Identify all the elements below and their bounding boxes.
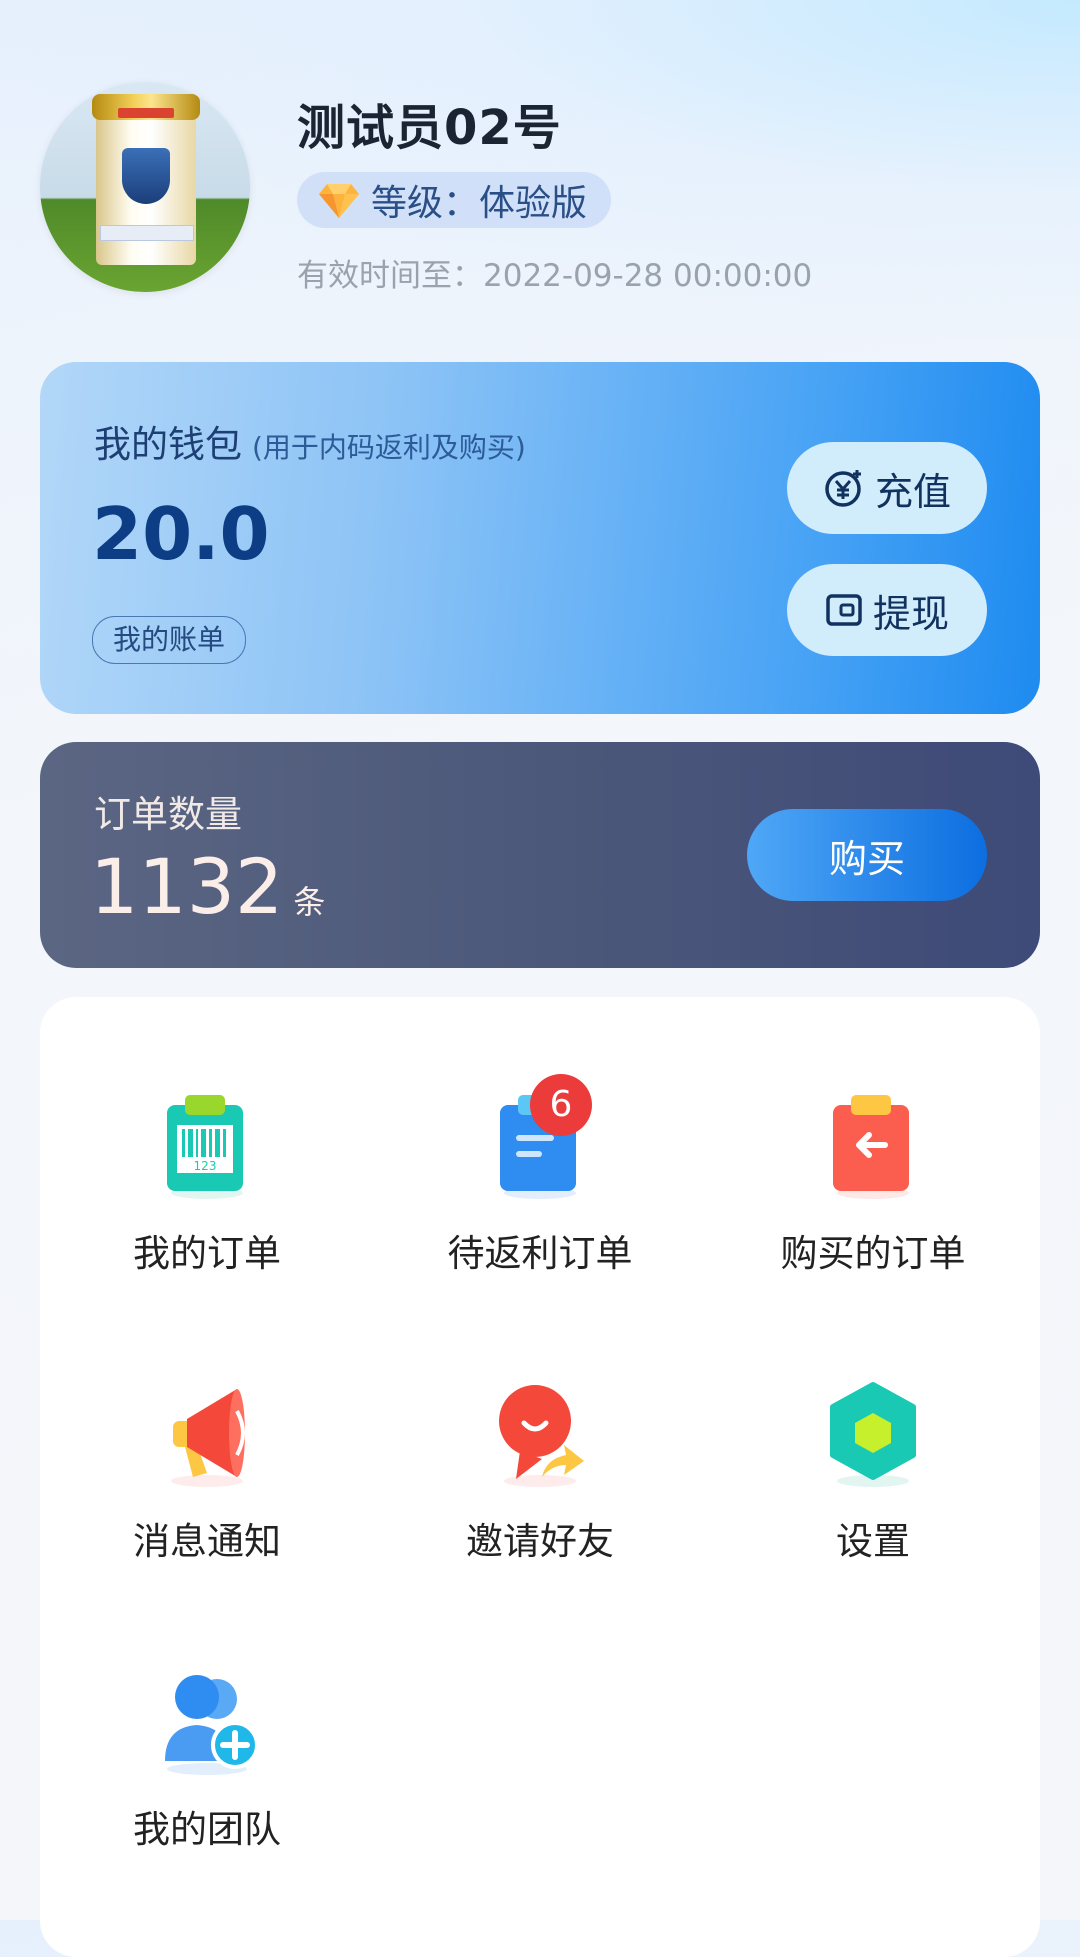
menu-item-purchased-orders[interactable]: 购买的订单 [706, 1093, 1040, 1343]
recharge-label: 充值 [874, 469, 951, 514]
my-bill-button[interactable]: 我的账单 [92, 616, 247, 664]
wallet-title-row: 我的钱包 (用于内码返利及购买) [94, 414, 526, 468]
menu-item-notifications[interactable]: 消息通知 [40, 1381, 374, 1631]
wallet-title: 我的钱包 [94, 423, 242, 466]
menu-item-my-orders[interactable]: 123 我的订单 [40, 1093, 374, 1343]
menu-item-pending-rebate-orders[interactable]: 待返利订单 [373, 1093, 707, 1343]
menu-item-my-team[interactable]: 我的团队 [40, 1669, 374, 1919]
withdraw-button[interactable]: 提现 [787, 564, 987, 656]
product-can-image [92, 94, 200, 265]
menu-item-settings[interactable]: 设置 [706, 1381, 1040, 1631]
wallet-balance: 20.0 [92, 492, 270, 576]
menu-item-label: 待返利订单 [447, 1232, 633, 1275]
diamond-icon [319, 184, 359, 218]
yen-coin-icon [825, 470, 861, 507]
order-count-title: 订单数量 [94, 793, 242, 836]
wallet-card: 我的钱包 (用于内码返利及购买) 20.0 我的账单 充值 提现 [40, 362, 1040, 714]
wallet-icon [826, 594, 862, 626]
buy-button[interactable]: 购买 [747, 809, 987, 901]
user-name: 测试员02号 [297, 100, 562, 156]
recharge-button[interactable]: 充值 [787, 442, 987, 534]
level-text: 等级：体验版 [371, 183, 588, 224]
order-count-unit: 条 [293, 883, 326, 921]
hexagon-settings-icon [830, 1382, 916, 1487]
menu-item-invite-friends[interactable]: 邀请好友 [373, 1381, 707, 1631]
return-clipboard-icon [833, 1095, 909, 1199]
avatar[interactable] [40, 82, 250, 292]
menu-item-label: 设置 [836, 1520, 910, 1563]
barcode-clipboard-icon: 123 [167, 1095, 243, 1199]
withdraw-label: 提现 [872, 591, 949, 636]
invite-share-icon [499, 1385, 584, 1487]
order-count-card: 订单数量 1132 条 购买 [40, 742, 1040, 968]
expiry-date: 有效时间至：2022-09-28 00:00:00 [297, 258, 813, 294]
order-count-row: 1132 条 [90, 842, 325, 931]
wallet-subtitle: (用于内码返利及购买) [252, 431, 526, 464]
level-badge: 等级：体验版 [297, 172, 612, 228]
menu-item-label: 我的团队 [133, 1808, 281, 1851]
notification-badge: 6 [530, 1074, 592, 1136]
menu-item-label: 消息通知 [133, 1520, 281, 1563]
megaphone-icon [171, 1389, 245, 1487]
team-add-icon [165, 1675, 257, 1775]
menu-item-label: 购买的订单 [780, 1232, 966, 1275]
menu-item-label: 我的订单 [133, 1232, 281, 1275]
order-count-value: 1132 [90, 842, 284, 931]
menu-item-label: 邀请好友 [466, 1520, 614, 1563]
svg-text:123: 123 [194, 1159, 217, 1173]
